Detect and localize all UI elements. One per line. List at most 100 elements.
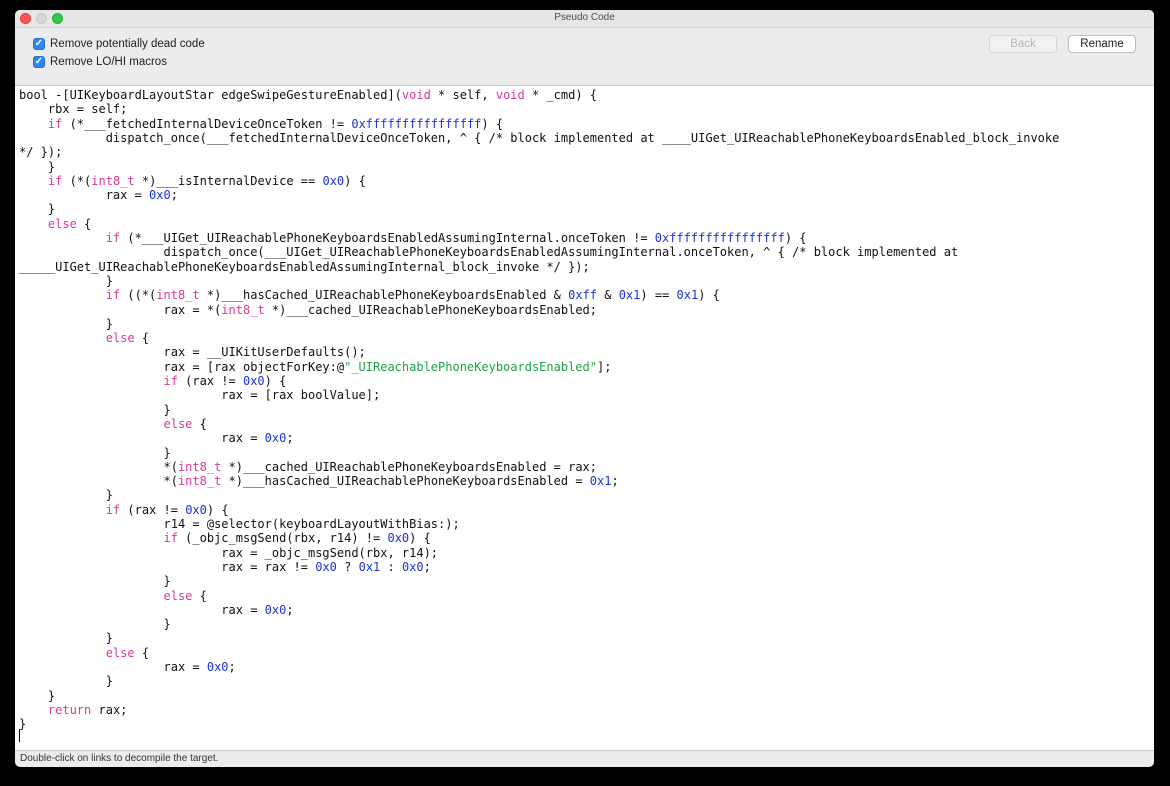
code-token: *(: [19, 474, 178, 489]
code-token: }: [19, 717, 27, 732]
code-token: rax =: [19, 660, 207, 674]
code-token: ) {: [784, 231, 807, 245]
code-token: ;: [423, 559, 431, 574]
code-token: *)___hasCached_UIReachablePhoneKeyboards…: [221, 474, 590, 489]
code-line: }: [19, 617, 170, 631]
code-line: if (rax != 0x0) {: [19, 503, 229, 517]
code-token: dispatch_once(___fetchedInternalDeviceOn…: [19, 130, 1060, 145]
code-token-num: 0x1: [589, 474, 612, 489]
code-token-kw: void: [495, 88, 525, 102]
remove-lohi-macros-checkbox[interactable]: ✓: [33, 56, 45, 68]
code-token: ) {: [481, 116, 504, 131]
remove-lohi-macros-label: Remove LO/HI macros: [50, 56, 167, 68]
code-token: ) {: [409, 531, 431, 546]
code-line: _____UIGet_UIReachablePhoneKeyboardsEnab…: [19, 260, 590, 274]
code-line: if (*___UIGet_UIReachablePhoneKeyboardsE…: [19, 231, 807, 245]
pseudo-code-editor[interactable]: bool -[UIKeyboardLayoutStar edgeSwipeGes…: [15, 85, 1154, 751]
code-token: * _cmd) {: [524, 88, 597, 102]
code-line: r14 = @selector(keyboardLayoutWithBias:)…: [19, 517, 460, 531]
code-token-kw: void: [401, 88, 431, 102]
code-line: else {: [19, 646, 149, 660]
code-token: rax = [rax boolValue];: [19, 388, 381, 403]
code-line: rax = [rax objectForKey:@"_UIReachablePh…: [19, 360, 611, 374]
code-token-num: 0x0: [322, 173, 345, 188]
code-token: ) {: [264, 374, 287, 388]
status-bar-text: Double-click on links to decompile the t…: [20, 753, 219, 764]
code-line: rax = __UIKitUserDefaults();: [19, 345, 365, 359]
code-line: }: [19, 674, 113, 688]
code-token: }: [19, 488, 113, 503]
code-token: {: [76, 216, 92, 231]
code-token-kw: else: [105, 645, 135, 660]
code-token: ((*(: [120, 288, 157, 303]
code-token: rax = [rax objectForKey:@: [19, 359, 345, 374]
remove-lohi-macros-option[interactable]: ✓ Remove LO/HI macros: [33, 54, 167, 70]
code-token: *)___cached_UIReachablePhoneKeyboardsEna…: [264, 302, 597, 317]
back-button[interactable]: Back: [989, 35, 1057, 53]
code-token-kw: int8_t: [156, 288, 200, 303]
code-token-kw: if: [163, 374, 178, 388]
title-bar: Pseudo Code: [15, 10, 1154, 28]
code-token: }: [19, 674, 113, 689]
code-token: (rax !=: [120, 502, 186, 517]
remove-dead-code-option[interactable]: ✓ Remove potentially dead code: [33, 36, 205, 52]
code-token-kw: int8_t: [221, 302, 265, 317]
code-line: if ((*(int8_t *)___hasCached_UIReachable…: [19, 288, 720, 302]
code-line: else {: [19, 217, 91, 231]
code-line: }: [19, 689, 55, 703]
code-token: rax =: [19, 431, 265, 446]
code-token-kw: if: [105, 231, 121, 245]
code-line: if (_objc_msgSend(rbx, r14) != 0x0) {: [19, 531, 431, 545]
code-token: ) {: [698, 288, 720, 303]
code-line: return rax;: [19, 703, 127, 717]
code-token-kw: else: [105, 331, 135, 346]
code-line: rax = 0x0;: [19, 188, 178, 202]
code-line: rax = _objc_msgSend(rbx, r14);: [19, 546, 438, 560]
code-token: ) {: [344, 173, 366, 188]
code-line: dispatch_once(___fetchedInternalDeviceOn…: [19, 130, 1060, 145]
code-token: (rax !=: [177, 374, 243, 388]
code-token: r14 = @selector(keyboardLayoutWithBias:)…: [19, 517, 460, 531]
code-token: ) {: [206, 502, 229, 517]
code-token-kw: if: [105, 502, 121, 517]
code-token-kw: else: [163, 416, 193, 431]
code-token: ?: [336, 559, 359, 574]
code-token: }: [19, 273, 113, 288]
code-line: *(int8_t *)___cached_UIReachablePhoneKey…: [19, 460, 597, 474]
code-token-str: "_UIReachablePhoneKeyboardsEnabled": [344, 359, 597, 374]
pseudo-code-window: Pseudo Code ✓ Remove potentially dead co…: [15, 10, 1154, 767]
code-token: ];: [596, 359, 612, 374]
rename-button[interactable]: Rename: [1068, 35, 1136, 53]
code-line: }: [19, 488, 113, 502]
code-token: bool -[UIKeyboardLayoutStar edgeSwipeGes…: [19, 88, 402, 102]
code-line: if (*___fetchedInternalDeviceOnceToken !…: [19, 117, 503, 131]
code-token: :: [380, 559, 402, 574]
code-token-kw: int8_t: [91, 173, 135, 188]
code-line: dispatch_once(___UIGet_UIReachablePhoneK…: [19, 245, 958, 259]
code-token-kw: return: [47, 702, 92, 717]
code-token-num: 0x0: [315, 559, 337, 574]
code-token: dispatch_once(___UIGet_UIReachablePhoneK…: [19, 245, 959, 260]
code-line: }: [19, 202, 55, 216]
code-line: }: [19, 631, 113, 645]
code-token: rax =: [19, 602, 265, 617]
code-line: }: [19, 317, 113, 331]
code-token: _____UIGet_UIReachablePhoneKeyboardsEnab…: [19, 259, 590, 274]
code-token-kw: else: [163, 588, 193, 603]
code-token: {: [134, 331, 150, 346]
remove-dead-code-label: Remove potentially dead code: [50, 38, 205, 50]
code-token: * self,: [430, 88, 496, 102]
code-token: }: [19, 688, 56, 703]
code-line: *(int8_t *)___hasCached_UIReachablePhone…: [19, 474, 618, 489]
code-token-num: 0x0: [149, 188, 171, 203]
code-token-num: 0x0: [387, 531, 410, 546]
remove-dead-code-checkbox[interactable]: ✓: [33, 38, 45, 50]
code-token-num: 0xffffffffffffffff: [351, 116, 482, 131]
code-token-kw: int8_t: [177, 474, 222, 489]
code-token: (_objc_msgSend(rbx, r14) !=: [177, 531, 388, 546]
